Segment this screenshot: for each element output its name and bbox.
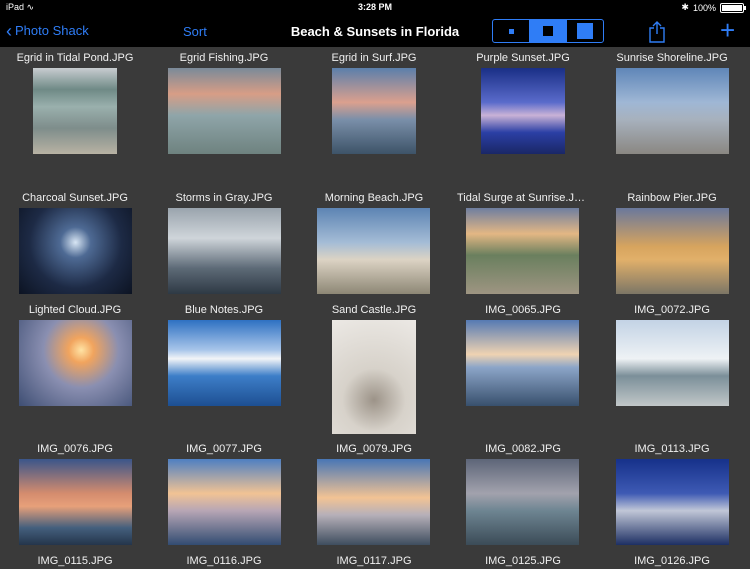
navigation-bar: ‹ Photo Shack Sort Beach & Sunsets in Fl… [0, 16, 750, 47]
photo-name: Lighted Cloud.JPG [28, 304, 122, 316]
photo-name: Blue Notes.JPG [184, 304, 264, 316]
photo-thumbnail[interactable] [481, 68, 565, 154]
bluetooth-icon: ✱ [681, 2, 689, 12]
photo-item[interactable]: Rainbow Pier.JPG [606, 192, 738, 206]
photo-thumbnail[interactable] [466, 459, 579, 545]
share-icon [649, 21, 665, 43]
battery-icon [720, 2, 746, 13]
photo-name: IMG_0125.JPG [485, 555, 561, 567]
photo-item[interactable]: Morning Beach.JPG [308, 192, 440, 206]
photo-name: Storms in Gray.JPG [175, 192, 273, 204]
photo-name: IMG_0077.JPG [186, 443, 262, 455]
photo-thumbnail[interactable] [317, 208, 430, 294]
photo-item[interactable]: Sunrise Shoreline.JPG [606, 52, 738, 66]
photo-thumbnail[interactable] [317, 459, 430, 545]
photo-item[interactable]: Lighted Cloud.JPG [9, 304, 141, 318]
photo-thumbnail[interactable] [616, 68, 729, 154]
photo-thumbnail[interactable] [616, 320, 729, 406]
status-bar: iPad ∿ 3:28 PM ✱ 100% [0, 0, 750, 16]
photo-thumbnail[interactable] [168, 320, 281, 406]
photo-item[interactable]: IMG_0126.JPG [606, 555, 738, 569]
photo-thumbnail[interactable] [168, 68, 281, 154]
photo-thumbnail[interactable] [332, 68, 416, 154]
photo-name: Purple Sunset.JPG [476, 52, 570, 64]
photo-name: IMG_0113.JPG [634, 443, 710, 455]
photo-item[interactable]: Blue Notes.JPG [158, 304, 290, 318]
photo-item[interactable]: IMG_0065.JPG [457, 304, 589, 318]
photo-item[interactable]: Egrid Fishing.JPG [158, 52, 290, 66]
photo-name: IMG_0126.JPG [634, 555, 710, 567]
medium-square-icon [543, 26, 553, 36]
photo-name: Rainbow Pier.JPG [627, 192, 717, 204]
status-time: 3:28 PM [357, 2, 392, 12]
photo-item[interactable]: IMG_0079.JPG [308, 443, 440, 457]
photo-item[interactable]: IMG_0115.JPG [9, 555, 141, 569]
photo-item[interactable]: IMG_0116.JPG [158, 555, 290, 569]
small-square-icon [508, 28, 514, 34]
photo-thumbnail[interactable] [332, 320, 416, 434]
status-right: ✱ 100% [681, 2, 746, 13]
photo-thumbnail[interactable] [616, 459, 729, 545]
photo-thumbnail[interactable] [466, 320, 579, 406]
photo-name: IMG_0117.JPG [336, 555, 412, 567]
share-button[interactable] [648, 21, 666, 48]
photo-item[interactable]: IMG_0113.JPG [606, 443, 738, 457]
photo-thumbnail[interactable] [19, 459, 132, 545]
photo-name: IMG_0115.JPG [37, 555, 113, 567]
page-title: Beach & Sunsets in Florida [290, 24, 460, 39]
photo-name: IMG_0079.JPG [336, 443, 412, 455]
photo-item[interactable]: Storms in Gray.JPG [158, 192, 290, 206]
photo-item[interactable]: IMG_0076.JPG [9, 443, 141, 457]
photo-item[interactable]: Purple Sunset.JPG [457, 52, 589, 66]
photo-name: Charcoal Sunset.JPG [22, 192, 128, 204]
photo-thumbnail[interactable] [616, 208, 729, 294]
thumbnail-size-control [492, 19, 604, 43]
photo-item[interactable]: Charcoal Sunset.JPG [9, 192, 141, 206]
photo-name: IMG_0076.JPG [37, 443, 113, 455]
size-medium-segment[interactable] [530, 20, 567, 42]
photo-item[interactable]: Sand Castle.JPG [308, 304, 440, 318]
photo-name: Morning Beach.JPG [324, 192, 424, 204]
photo-name: Egrid in Tidal Pond.JPG [16, 52, 134, 64]
photo-item[interactable]: IMG_0117.JPG [308, 555, 440, 569]
photo-name: Tidal Surge at Sunrise.JPG [457, 192, 589, 204]
photo-thumbnail[interactable] [19, 320, 132, 406]
photo-name: Sunrise Shoreline.JPG [616, 52, 728, 64]
photo-item[interactable]: IMG_0125.JPG [457, 555, 589, 569]
photo-item[interactable]: Egrid in Tidal Pond.JPG [9, 52, 141, 66]
photo-item[interactable]: IMG_0072.JPG [606, 304, 738, 318]
plus-icon: + [720, 15, 736, 45]
photo-name: Egrid in Surf.JPG [331, 52, 417, 64]
photo-thumbnail[interactable] [19, 208, 132, 294]
photo-item[interactable]: IMG_0077.JPG [158, 443, 290, 457]
photo-name: IMG_0116.JPG [186, 555, 262, 567]
photo-name: IMG_0082.JPG [485, 443, 561, 455]
photo-name: Egrid Fishing.JPG [179, 52, 269, 64]
photo-thumbnail[interactable] [168, 208, 281, 294]
photo-name: IMG_0065.JPG [485, 304, 561, 316]
large-square-icon [578, 24, 592, 38]
photo-item[interactable]: IMG_0082.JPG [457, 443, 589, 457]
photo-thumbnail[interactable] [33, 68, 117, 154]
photo-name: IMG_0072.JPG [634, 304, 710, 316]
photo-item[interactable]: Tidal Surge at Sunrise.JPG [457, 192, 589, 206]
photo-thumbnail[interactable] [168, 459, 281, 545]
size-small-segment[interactable] [493, 20, 530, 42]
photo-thumbnail[interactable] [466, 208, 579, 294]
photo-item[interactable]: Egrid in Surf.JPG [308, 52, 440, 66]
size-large-segment[interactable] [567, 20, 603, 42]
add-button[interactable]: + [720, 17, 735, 43]
photo-name: Sand Castle.JPG [331, 304, 417, 316]
battery-label: 100% [692, 2, 716, 13]
